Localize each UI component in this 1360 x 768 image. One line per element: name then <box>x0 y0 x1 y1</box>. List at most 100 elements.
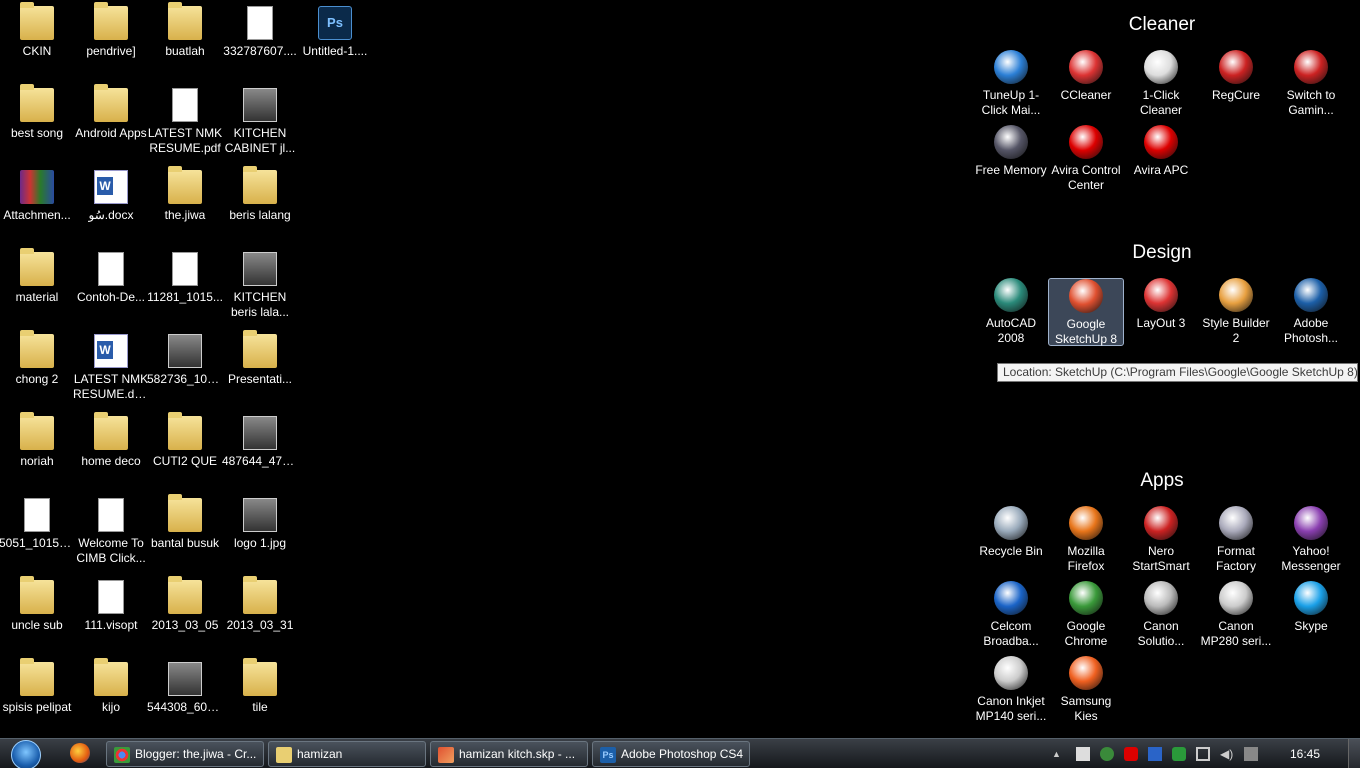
desktop-icon[interactable]: KITCHEN beris lala... <box>222 252 298 320</box>
fence-shortcut[interactable]: Switch to Gamin... <box>1273 50 1349 118</box>
fence-shortcut[interactable]: Format Factory <box>1198 506 1274 574</box>
desktop-icon[interactable]: tile <box>222 658 298 715</box>
fence-shortcut[interactable]: Nero StartSmart <box>1123 506 1199 574</box>
desktop-icon[interactable]: 332787607.... <box>222 6 298 74</box>
document-icon <box>172 88 198 122</box>
desktop-icon[interactable]: home deco <box>73 412 149 469</box>
fence-shortcut[interactable]: Skype <box>1273 581 1349 634</box>
desktop-icon[interactable]: buatlah <box>147 2 223 59</box>
fence-shortcut[interactable]: Samsung Kies <box>1048 656 1124 724</box>
shortcut-label: Google Chrome <box>1064 619 1108 648</box>
network-globe-icon[interactable] <box>1100 747 1114 761</box>
desktop-icon[interactable]: KITCHEN CABINET jl... <box>222 88 298 156</box>
shortcut-label: TuneUp 1-Click Mai... <box>981 88 1041 117</box>
fence-shortcut[interactable]: Avira Control Center <box>1048 125 1124 193</box>
desktop-icon[interactable]: 487644_478... <box>222 416 298 484</box>
winrar-archive-icon <box>20 170 54 204</box>
show-desktop-button[interactable] <box>1348 739 1360 768</box>
desktop-icon[interactable]: CKIN <box>0 2 75 59</box>
desktop-icon[interactable]: LATEST NMK RESUME.pdf <box>147 88 223 156</box>
fence-shortcut[interactable]: Google Chrome <box>1048 581 1124 649</box>
fence-shortcut[interactable]: Canon Solutio... <box>1123 581 1199 649</box>
action-center-flag-icon[interactable] <box>1076 747 1090 761</box>
app-icon <box>1069 50 1103 84</box>
desktop-icon[interactable]: pendrive] <box>73 2 149 59</box>
fence-shortcut[interactable]: 1-Click Cleaner <box>1123 50 1199 118</box>
app-icon <box>1144 506 1178 540</box>
folder-icon <box>243 330 277 368</box>
app-icon <box>994 581 1028 615</box>
fence-shortcut[interactable]: RegCure <box>1198 50 1274 103</box>
desktop-icon[interactable]: Presentati... <box>222 330 298 402</box>
taskbar-button-photoshop[interactable]: Ps Adobe Photoshop CS4 <box>592 741 750 767</box>
taskbar-button-chrome[interactable]: Blogger: the.jiwa - Cr... <box>106 741 264 767</box>
desktop-icon-label: CKIN <box>22 44 52 58</box>
desktop-icon[interactable]: chong 2 <box>0 330 75 387</box>
firefox-quicklaunch-icon[interactable] <box>70 743 90 763</box>
desktop-icon[interactable]: uncle sub <box>0 576 75 633</box>
taskbar-button-sketchup[interactable]: hamizan kitch.skp - ... <box>430 741 588 767</box>
fence-shortcut[interactable]: AutoCAD 2008 <box>973 278 1049 346</box>
fence-shortcut[interactable]: Mozilla Firefox <box>1048 506 1124 574</box>
broadband-tray-icon[interactable] <box>1148 747 1162 761</box>
fence-shortcut[interactable]: Yahoo! Messenger <box>1273 506 1349 574</box>
fence-shortcut[interactable]: Style Builder 2 <box>1198 278 1274 346</box>
desktop-icon[interactable]: Android Apps <box>73 84 149 141</box>
fence-shortcut[interactable]: Adobe Photosh... <box>1273 278 1349 346</box>
network-monitor-icon[interactable] <box>1196 747 1210 761</box>
desktop-icon[interactable]: best song <box>0 84 75 141</box>
fence-shortcut[interactable]: LayOut 3 <box>1123 278 1199 331</box>
taskbar-button-label: Adobe Photoshop CS4 <box>621 747 744 761</box>
folder-icon <box>94 658 128 696</box>
desktop-icon-label: CUTI2 QUE <box>152 454 217 468</box>
desktop-icon[interactable]: 2013_03_31 <box>222 576 298 633</box>
desktop-icon[interactable]: CUTI2 QUE <box>147 412 223 469</box>
fence-shortcut[interactable]: Canon MP280 seri... <box>1198 581 1274 649</box>
desktop-icon[interactable]: Welcome To CIMB Click... <box>73 498 149 566</box>
desktop-icon-label: Untitled-1.... <box>302 44 368 58</box>
desktop-icon[interactable]: 11281_1015... <box>147 252 223 320</box>
folder-icon <box>168 166 202 204</box>
desktop-icon[interactable]: Attachmen... <box>0 170 75 223</box>
desktop-icon[interactable]: ﺳُﻮ.docx <box>73 170 149 223</box>
start-button[interactable] <box>4 740 48 768</box>
fence-shortcut[interactable]: Recycle Bin <box>973 506 1049 559</box>
volume-icon[interactable]: ◀) <box>1220 747 1234 761</box>
desktop-icon[interactable]: logo 1.jpg <box>222 498 298 551</box>
desktop-icon[interactable]: the.jiwa <box>147 166 223 223</box>
desktop-icon[interactable]: Contoh-De... <box>73 252 149 305</box>
desktop-icon[interactable]: 544308_604... <box>147 662 223 730</box>
fence-shortcut[interactable]: Canon Inkjet MP140 seri... <box>973 656 1049 724</box>
shortcut-label: Switch to Gamin... <box>1286 88 1336 117</box>
desktop-icon[interactable]: kijo <box>73 658 149 715</box>
battery-icon[interactable] <box>1244 747 1258 761</box>
desktop-icon[interactable]: 2013_03_05 <box>147 576 223 633</box>
desktop-icon[interactable]: beris lalang <box>222 166 298 223</box>
fence-shortcut[interactable]: Avira APC <box>1123 125 1199 178</box>
desktop-icon-label: kijo <box>101 700 120 714</box>
desktop-icon[interactable]: material <box>0 248 75 305</box>
fence-shortcut[interactable]: Free Memory <box>973 125 1049 178</box>
safely-remove-icon[interactable] <box>1172 747 1186 761</box>
fence-shortcut[interactable]: Celcom Broadba... <box>973 581 1049 649</box>
fence-shortcut[interactable]: Google SketchUp 8 <box>1048 278 1124 346</box>
taskbar-button-explorer[interactable]: hamizan <box>268 741 426 767</box>
folder-icon <box>276 747 292 763</box>
fence-shortcut[interactable]: CCleaner <box>1048 50 1124 103</box>
desktop-icon-label: chong 2 <box>15 372 59 386</box>
folder-icon <box>20 2 54 40</box>
desktop-icon[interactable]: Ps Untitled-1.... <box>297 6 373 74</box>
avira-tray-icon[interactable] <box>1124 747 1138 761</box>
clock[interactable]: 16:45 <box>1280 739 1330 768</box>
desktop-icon[interactable]: noriah <box>0 412 75 469</box>
app-icon <box>1219 278 1253 312</box>
tray-expand-icon[interactable]: ▲ <box>1052 747 1062 761</box>
desktop-icon[interactable]: LATEST NMK RESUME.do... <box>73 334 149 402</box>
folder-icon <box>20 84 54 122</box>
desktop-icon[interactable]: 582736_101... <box>147 334 223 402</box>
fence-shortcut[interactable]: TuneUp 1-Click Mai... <box>973 50 1049 118</box>
desktop-icon[interactable]: 5051_10151... <box>0 498 75 566</box>
desktop-icon[interactable]: spisis pelipat <box>0 658 75 730</box>
desktop-icon[interactable]: bantal busuk <box>147 494 223 551</box>
desktop-icon[interactable]: 111.visopt <box>73 580 149 633</box>
